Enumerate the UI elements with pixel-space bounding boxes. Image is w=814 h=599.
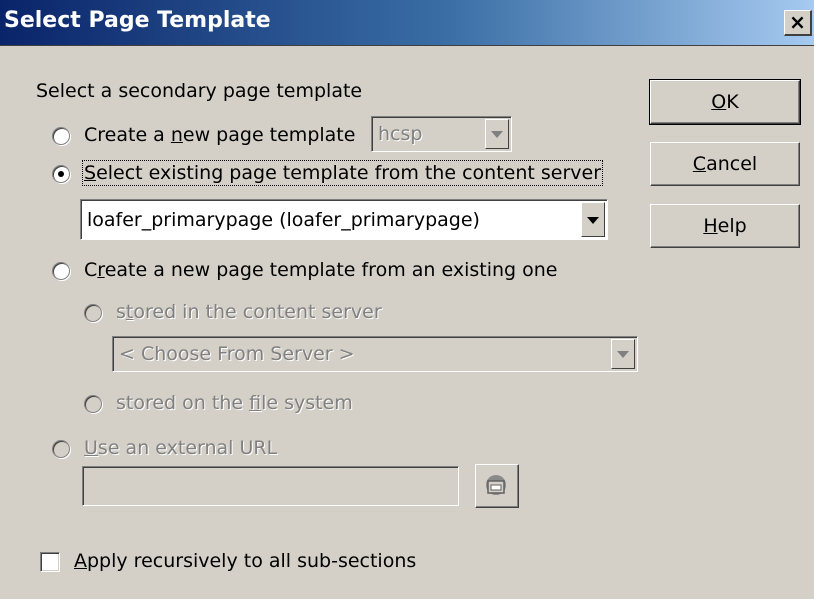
template-type-dropdown-button[interactable] [485, 119, 509, 149]
server-template-dropdown-button[interactable] [611, 339, 635, 369]
radio-stored-file-system[interactable] [84, 395, 102, 413]
label-stored-file-system[interactable]: stored on the file system [116, 392, 353, 414]
template-type-select[interactable]: hcsp [371, 116, 512, 152]
radio-external-url[interactable] [52, 440, 70, 458]
ok-button[interactable]: OK [649, 79, 801, 125]
label-select-existing[interactable]: Select existing page template from the c… [81, 160, 604, 186]
radio-select-existing[interactable] [52, 165, 70, 183]
help-button[interactable]: Help [650, 204, 800, 248]
server-template-value: < Choose From Server > [119, 343, 355, 365]
label-from-existing[interactable]: Create a new page template from an exist… [84, 259, 557, 281]
radio-selected-dot [58, 171, 64, 177]
close-button[interactable]: × [784, 10, 812, 36]
window-title: Select Page Template [4, 8, 271, 33]
server-template-select[interactable]: < Choose From Server > [112, 336, 638, 372]
chevron-down-icon [587, 216, 599, 224]
radio-from-existing[interactable] [52, 262, 70, 280]
label-external-url[interactable]: Use an external URL [84, 437, 277, 459]
chevron-down-icon [617, 351, 629, 358]
recursive-checkbox[interactable] [40, 552, 60, 572]
existing-template-dropdown-button[interactable] [581, 202, 605, 237]
label-stored-content-server[interactable]: stored in the content server [116, 301, 382, 323]
browse-url-button[interactable] [475, 464, 519, 508]
dialog-heading: Select a secondary page template [36, 80, 363, 102]
label-create-new[interactable]: Create a new page template [84, 124, 355, 146]
folder-browse-icon [486, 475, 506, 495]
label-recursive[interactable]: Apply recursively to all sub-sections [74, 550, 416, 572]
chevron-down-icon [491, 131, 503, 138]
template-type-value: hcsp [378, 123, 423, 145]
radio-create-new[interactable] [52, 127, 70, 145]
radio-stored-content-server[interactable] [84, 304, 102, 322]
close-icon: × [789, 10, 806, 34]
external-url-input[interactable] [82, 466, 459, 506]
existing-template-value: loafer_primarypage (loafer_primarypage) [87, 208, 480, 231]
existing-template-select[interactable]: loafer_primarypage (loafer_primarypage) [80, 199, 608, 240]
title-bar: Select Page Template × [0, 0, 814, 46]
cancel-button[interactable]: Cancel [650, 142, 800, 186]
